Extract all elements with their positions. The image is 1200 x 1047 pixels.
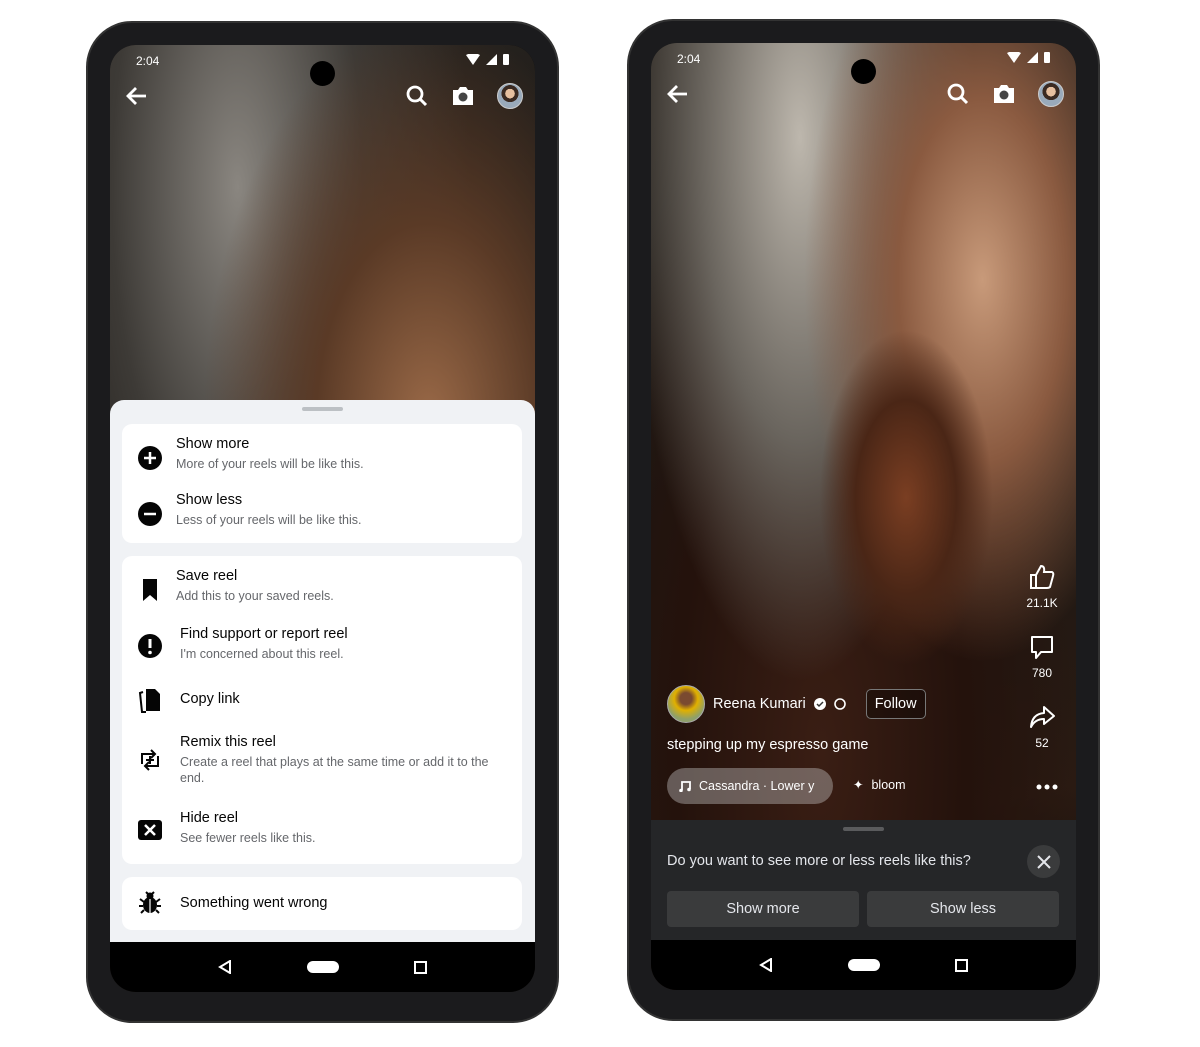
nav-home-button[interactable] [847, 959, 880, 971]
bug-icon [139, 891, 161, 914]
nav-recents-icon[interactable] [414, 960, 428, 974]
music-chip[interactable]: Cassandra · Lower y [667, 768, 833, 804]
author-name[interactable]: Reena Kumari [713, 696, 806, 712]
search-icon[interactable] [946, 82, 970, 106]
comment-icon [1031, 636, 1053, 659]
show-less-option[interactable]: Show less Less of your reels will be like… [122, 492, 522, 540]
remix-reel-option[interactable]: Remix this reel Create a reel that plays … [122, 734, 522, 794]
report-reel-option[interactable]: Find support or report reel I'm concerned… [122, 626, 522, 674]
hide-reel-option[interactable]: Hide reel See fewer reels like this. [122, 810, 522, 854]
plus-circle-icon [138, 446, 162, 470]
option-title: Save reel [176, 568, 238, 584]
phone-left: 2:04 Show more More of your reels will be… [86, 21, 559, 1023]
profile-avatar[interactable] [1038, 81, 1064, 107]
option-title: Find support or report reel [180, 626, 348, 642]
minus-circle-icon [138, 502, 162, 526]
share-action[interactable]: 52 [1020, 703, 1064, 750]
option-subtitle: I'm concerned about this reel. [180, 647, 344, 661]
back-arrow-icon[interactable] [124, 83, 150, 109]
close-button[interactable] [1027, 845, 1060, 878]
back-arrow-icon[interactable] [665, 81, 691, 107]
system-navbar [110, 942, 535, 992]
status-time: 2:04 [136, 54, 160, 68]
option-subtitle: Create a reel that plays at the same tim… [180, 755, 489, 785]
something-went-wrong-option[interactable]: Something went wrong [122, 877, 522, 930]
reel-caption[interactable]: stepping up my espresso game [667, 737, 869, 753]
battery-icon [1044, 52, 1050, 63]
nav-back-icon[interactable] [758, 958, 773, 972]
wifi-icon [466, 53, 480, 65]
effect-chip[interactable]: ✦ bloom [853, 777, 906, 793]
option-title: Something went wrong [180, 895, 328, 911]
screen: 2:04 Show more More of your reels will be… [110, 45, 535, 992]
like-icon [1030, 564, 1055, 589]
option-title: Show more [176, 436, 250, 452]
search-icon[interactable] [405, 84, 429, 108]
battery-icon [503, 54, 509, 65]
exclamation-circle-icon [138, 634, 162, 658]
status-icons [1007, 51, 1050, 63]
option-subtitle: See fewer reels like this. [180, 831, 316, 845]
option-title: Hide reel [180, 810, 239, 826]
comment-count: 780 [1031, 666, 1053, 680]
option-subtitle: Add this to your saved reels. [176, 589, 334, 603]
verified-badge-icon [813, 698, 826, 710]
nav-recents-icon[interactable] [955, 958, 969, 972]
camera-icon[interactable] [992, 83, 1016, 105]
sheet-handle[interactable] [302, 407, 343, 411]
option-subtitle: More of your reels will be like this. [176, 457, 364, 471]
remix-icon [141, 749, 159, 771]
author-row: Reena Kumari Follow [667, 685, 926, 723]
screen: 2:04 21.1K 780 52 Reena Kumari Follow st… [651, 43, 1076, 990]
close-icon [1036, 854, 1051, 869]
music-note-icon [679, 781, 691, 792]
share-count: 52 [1035, 736, 1049, 750]
follow-button[interactable]: Follow [865, 689, 926, 719]
copy-icon [138, 689, 160, 713]
option-title: Remix this reel [180, 734, 276, 750]
feedback-prompt: Do you want to see more or less reels li… [667, 853, 971, 869]
status-time: 2:04 [677, 52, 701, 66]
option-title: Copy link [180, 691, 240, 707]
status-icons [466, 53, 509, 65]
nav-home-button[interactable] [306, 961, 339, 973]
more-options-icon[interactable] [1036, 783, 1058, 791]
bookmark-icon [143, 579, 157, 601]
save-reel-option[interactable]: Save reel Add this to your saved reels. [122, 568, 522, 616]
hide-x-icon [138, 820, 162, 840]
phone-right: 2:04 21.1K 780 52 Reena Kumari Follow st… [627, 19, 1100, 1021]
effect-name: bloom [871, 777, 906, 792]
actions-group: Save reel Add this to your saved reels. F… [122, 556, 522, 864]
share-icon [1030, 706, 1055, 728]
globe-icon [833, 698, 846, 710]
problem-group: Something went wrong [122, 877, 522, 930]
feedback-sheet: Do you want to see more or less reels li… [651, 820, 1076, 940]
like-action[interactable]: 21.1K [1020, 563, 1064, 610]
comment-action[interactable]: 780 [1020, 633, 1064, 680]
reel-options-sheet: Show more More of your reels will be like… [110, 400, 535, 942]
camera-icon[interactable] [451, 85, 475, 107]
option-title: Show less [176, 492, 243, 508]
signal-icon [1027, 51, 1038, 63]
show-more-button[interactable]: Show more [667, 891, 859, 927]
signal-icon [486, 53, 497, 65]
wifi-icon [1007, 51, 1021, 63]
author-avatar[interactable] [667, 685, 705, 723]
sheet-handle[interactable] [843, 827, 884, 831]
show-more-option[interactable]: Show more More of your reels will be like… [122, 436, 522, 484]
like-count: 21.1K [1026, 596, 1058, 610]
feedback-group: Show more More of your reels will be like… [122, 424, 522, 543]
sparkle-icon: ✦ [853, 778, 864, 792]
profile-avatar[interactable] [497, 83, 523, 109]
system-navbar [651, 940, 1076, 990]
nav-back-icon[interactable] [217, 960, 232, 974]
option-subtitle: Less of your reels will be like this. [176, 513, 362, 527]
show-less-button[interactable]: Show less [867, 891, 1059, 927]
music-title: Cassandra · Lower y [699, 779, 815, 793]
copy-link-option[interactable]: Copy link [122, 682, 522, 718]
